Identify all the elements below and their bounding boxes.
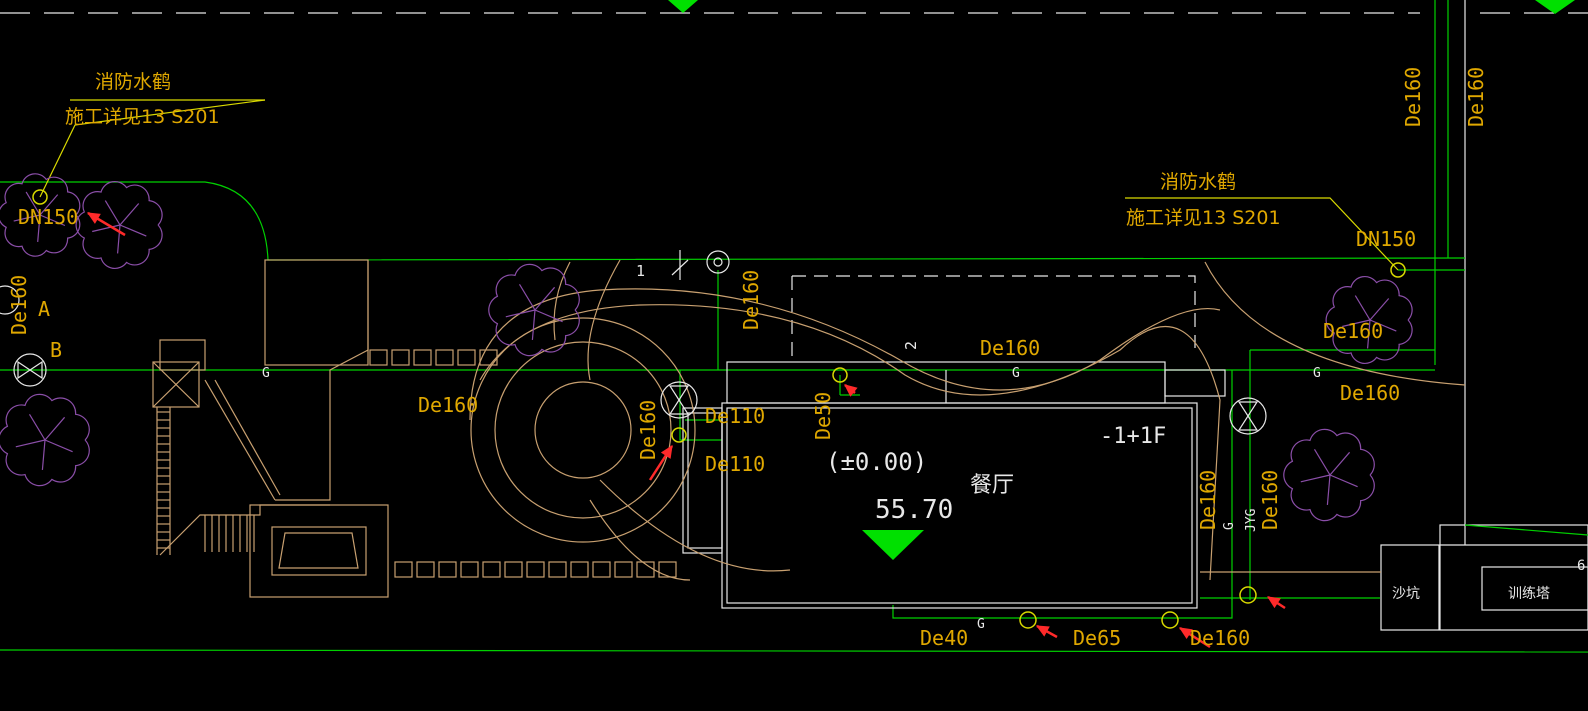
building-name: 餐厅: [970, 473, 1014, 498]
restaurant-side-wing-inner: [687, 412, 723, 549]
pipe-label-right-top-2: De160: [1464, 67, 1488, 127]
pipe-label-right-mid: De160: [1323, 319, 1383, 343]
connection-de160-icon: [1161, 611, 1179, 629]
boundary-right-corner: [1464, 524, 1588, 536]
tree-icon: [0, 393, 90, 487]
pipe-label-bottom-de40: De40: [920, 626, 968, 650]
pipe-label-building-top: De160: [980, 336, 1040, 360]
training-tower-label: 训练塔: [1508, 586, 1550, 602]
axis-label-a: A: [38, 297, 50, 321]
hydrant-left-size: DN150: [18, 205, 78, 229]
building-level-note: (±0.00): [826, 448, 927, 476]
site-plan-canvas: 消防水鹤 施工详见13 S201 DN150 消防水鹤 施工详见13 S201 …: [0, 0, 1588, 711]
pipe-label-building-left: De160: [636, 400, 660, 460]
building-elevation: 55.70: [875, 495, 953, 525]
hydrant-left-detail: 施工详见13 S201: [65, 106, 220, 128]
tree-icon: [488, 263, 580, 357]
building-floors: -1+1F: [1100, 424, 1166, 449]
hydrant-marker-icon: [706, 250, 730, 274]
pipe-label-branch-lower: De110: [705, 452, 765, 476]
pipe-code-jyg: JYG: [1244, 508, 1259, 532]
tree-icon: [1283, 428, 1375, 522]
valve-icon-center: [660, 381, 698, 419]
pipe-label-left-vertical: De160: [7, 275, 31, 335]
dim-label-2: 2: [902, 341, 920, 350]
paving-tiles: [369, 349, 677, 578]
valve-icon-right: [1229, 397, 1267, 435]
connection-sandpit-icon: [1239, 586, 1257, 604]
elevation-marker-top-icon: [668, 0, 698, 13]
pipe-label-bottom-de160: De160: [1190, 626, 1250, 650]
pipe-label-left-run: De160: [418, 393, 478, 417]
restaurant-annex: [1164, 369, 1226, 397]
pipe-code-g-left: G: [262, 366, 270, 381]
red-arrow-icon: [1035, 624, 1058, 639]
hydrant-right-title: 消防水鹤: [1160, 171, 1236, 193]
pipe-label-bottom-de65: De65: [1073, 626, 1121, 650]
pipe-label-right-vertical-2: De160: [1258, 470, 1282, 530]
elevation-marker-icon: [862, 530, 924, 560]
tree-icon: [75, 180, 163, 270]
pipe-label-right-vertical-1: De160: [1196, 470, 1220, 530]
training-tower-box: [1439, 524, 1588, 631]
pipe-label-branch-upper: De110: [705, 404, 765, 428]
red-arrow-icon: [844, 384, 858, 397]
pipe-label-upper-vertical: De160: [739, 270, 763, 330]
sand-pit-label: 沙坑: [1392, 586, 1420, 602]
pipe-code-g-vertical: G: [1222, 522, 1237, 530]
pipe-label-right-mid-2: De160: [1340, 381, 1400, 405]
site-plan-drawing: 消防水鹤 施工详见13 S201 DN150 消防水鹤 施工详见13 S201 …: [0, 0, 1588, 653]
stair-rungs: [157, 411, 255, 552]
pipe-label-de50: De50: [811, 392, 835, 440]
pipe-code-g-center: G: [1012, 366, 1020, 381]
pipe-code-g-bottom: G: [977, 617, 985, 632]
hydrant-right-detail: 施工详见13 S201: [1126, 207, 1281, 229]
landscape-paths: [469, 259, 1466, 581]
connection-de65-icon: [1019, 611, 1037, 629]
axis-label-b: B: [50, 338, 62, 362]
site-boundary-lower: [0, 649, 1588, 653]
restaurant-side-wing: [682, 407, 723, 554]
pipe-label-right-top-1: De160: [1401, 67, 1425, 127]
hydrant-left-title: 消防水鹤: [95, 71, 171, 93]
hydrant-right-size: DN150: [1356, 227, 1416, 251]
pipe-code-g-right: G: [1313, 366, 1321, 381]
dim-label-1: 1: [636, 262, 645, 280]
left-structures: [152, 259, 389, 598]
red-arrow-icon: [1266, 595, 1286, 610]
elevation-marker-top-right-icon: [1535, 0, 1575, 14]
connection-de110-icon: [671, 427, 687, 443]
corner-label: 6: [1577, 558, 1585, 574]
